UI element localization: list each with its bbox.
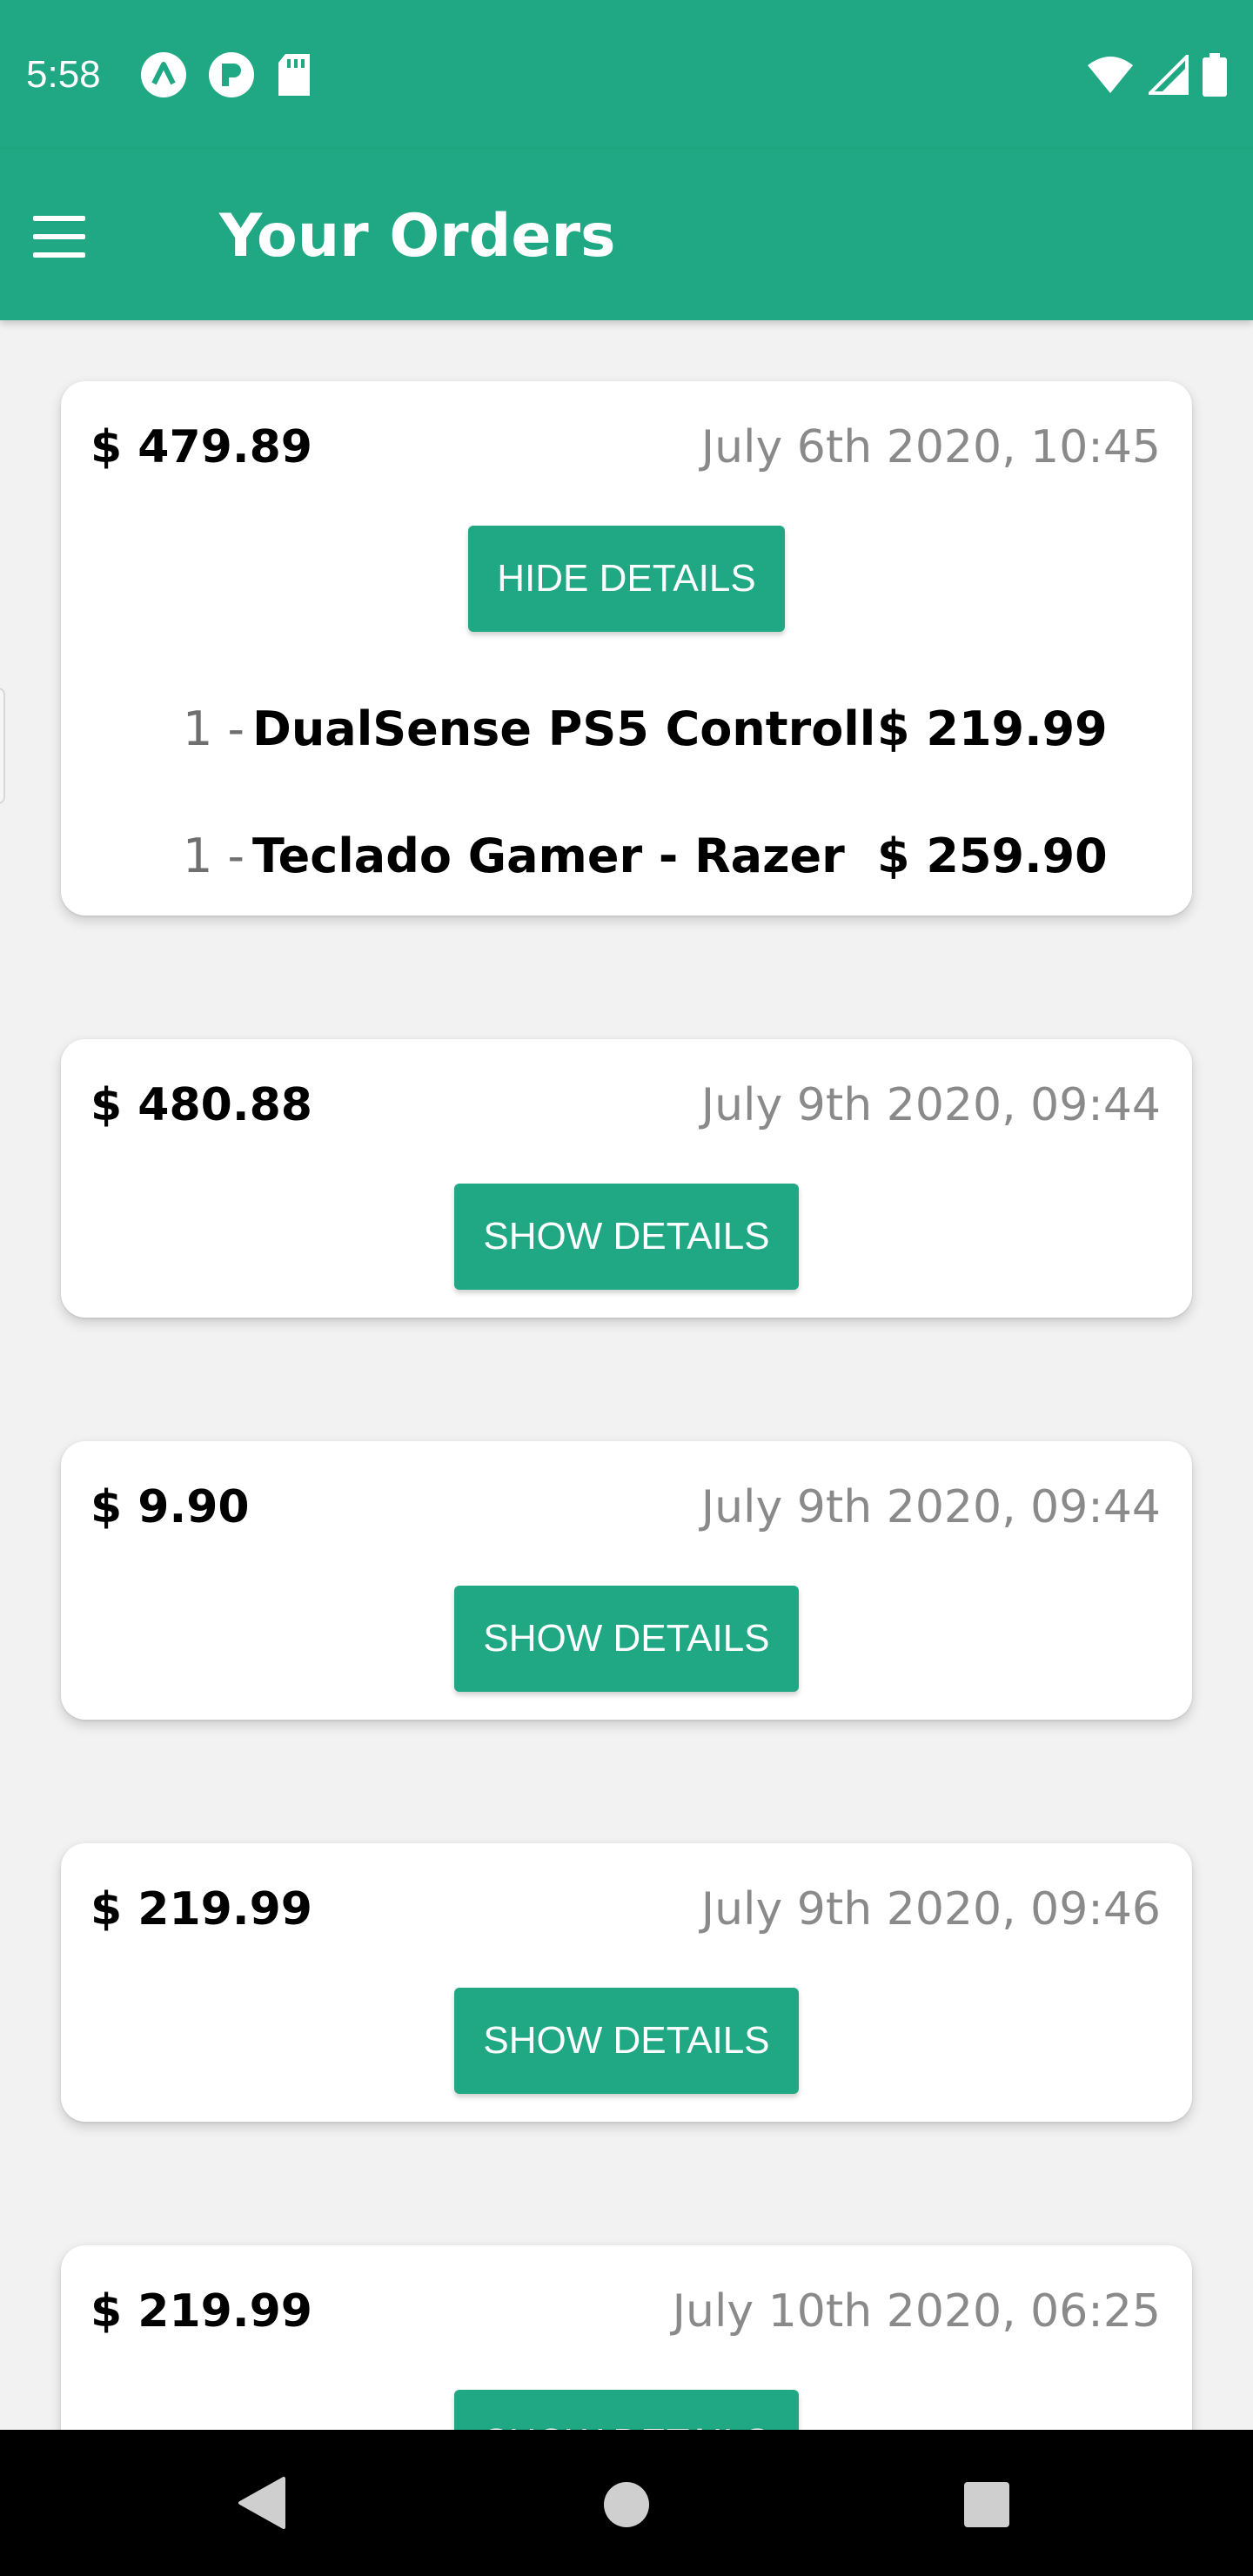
item-price: $ 219.99 [877,694,1108,764]
order-date: July 6th 2020, 10:45 [700,421,1161,473]
system-icons [1086,50,1227,99]
app-a-notification-icon [141,52,186,97]
order-total: $ 480.88 [90,1079,312,1131]
app-p-notification-icon [209,52,254,97]
order-total: $ 9.90 [90,1481,250,1533]
notification-icons [139,50,313,99]
order-item: 1 - Teclado Gamer - Razer $ 259.90 [61,822,1192,891]
order-total: $ 219.99 [90,1883,312,1935]
show-details-button[interactable]: SHOW DETAILS [454,1586,799,1692]
order-date: July 10th 2020, 06:25 [672,2285,1161,2338]
menu-icon[interactable] [31,216,87,258]
show-details-button[interactable]: SHOW DETAILS [454,1988,799,2094]
back-icon[interactable] [237,2475,285,2531]
drawer-edge-handle[interactable] [0,688,5,804]
home-icon[interactable] [604,2482,649,2527]
status-time: 5:58 [26,53,101,96]
page-title: Your Orders [219,202,616,271]
item-name: Teclado Gamer - Razer [252,828,845,883]
hide-details-button[interactable]: HIDE DETAILS [468,526,785,632]
app-bar [0,150,1253,320]
status-bar: 5:58 [0,0,1253,150]
item-price: $ 259.90 [877,822,1108,891]
order-total: $ 479.89 [90,421,312,473]
item-quantity: 1 - [183,828,245,883]
order-card: $ 479.89 July 6th 2020, 10:45 HIDE DETAI… [61,381,1192,916]
wifi-icon [1088,57,1133,93]
order-date: July 9th 2020, 09:44 [700,1481,1161,1533]
order-item: 1 - DualSense PS5 Controller! $ 219.99 [61,694,1192,764]
item-quantity: 1 - [183,701,245,756]
show-details-button[interactable]: SHOW DETAILS [454,1184,799,1290]
cell-signal-icon [1149,55,1189,95]
order-card: $ 9.90 July 9th 2020, 09:44 SHOW DETAILS [61,1441,1192,1720]
item-name: DualSense PS5 Controller! [252,701,953,756]
order-date: July 9th 2020, 09:44 [700,1079,1161,1131]
order-card: $ 480.88 July 9th 2020, 09:44 SHOW DETAI… [61,1039,1192,1318]
order-date: July 9th 2020, 09:46 [700,1883,1161,1935]
order-total: $ 219.99 [90,2285,312,2338]
sd-card-icon [278,54,310,96]
order-card: $ 219.99 July 9th 2020, 09:46 SHOW DETAI… [61,1843,1192,2122]
battery-icon [1203,53,1227,97]
recents-icon[interactable] [964,2482,1009,2527]
